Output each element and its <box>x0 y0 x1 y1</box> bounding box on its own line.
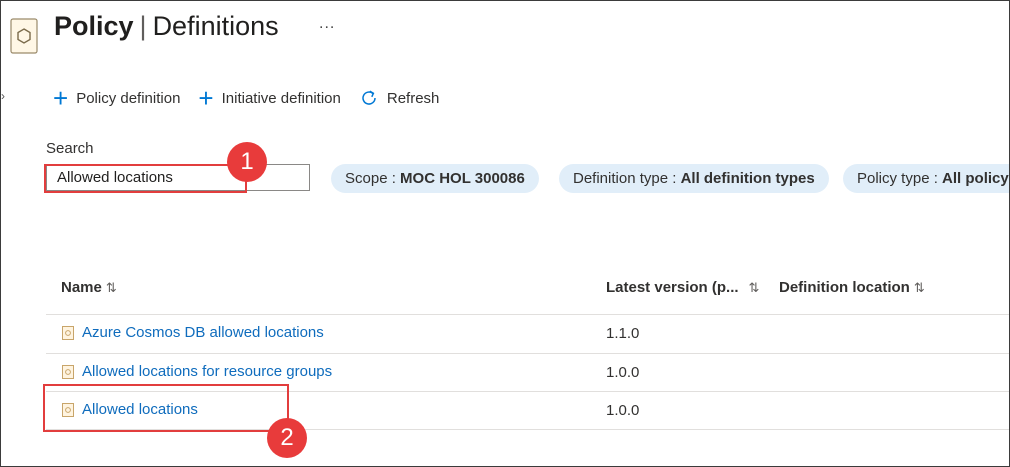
table-row-version: 1.1.0 <box>606 325 640 342</box>
scope-filter-key: Scope : <box>345 170 401 187</box>
result-highlight-box <box>43 384 289 432</box>
definition-icon <box>62 326 74 340</box>
table-row-version: 1.0.0 <box>606 402 640 419</box>
column-header-latest-version[interactable]: Latest version (p... ⇅ <box>606 279 759 296</box>
policy-type-filter-key: Policy type : <box>857 170 943 187</box>
plus-icon: + <box>198 83 214 113</box>
policy-icon <box>10 18 38 54</box>
policy-definition-label: Policy definition <box>76 89 181 107</box>
toolbar: + Policy definition + Initiative definit… <box>53 85 457 111</box>
definition-type-filter-key: Definition type : <box>573 170 681 187</box>
refresh-button[interactable]: Refresh <box>359 88 440 108</box>
table-row-name-link[interactable]: Allowed locations for resource groups <box>82 363 332 380</box>
policy-type-filter-pill[interactable]: Policy type : All policy <box>843 164 1009 193</box>
more-options-button[interactable]: ... <box>319 15 335 33</box>
definition-type-filter-value: All definition types <box>680 170 815 187</box>
policy-type-filter-value: All policy <box>942 170 1009 187</box>
sort-icon: ⇅ <box>748 280 760 295</box>
column-header-definition-location[interactable]: Definition location ⇅ <box>779 279 925 296</box>
refresh-icon <box>362 90 376 105</box>
column-header-name[interactable]: Name ⇅ <box>61 279 117 296</box>
table-row-name-link[interactable]: Azure Cosmos DB allowed locations <box>82 324 324 341</box>
definition-type-filter-pill[interactable]: Definition type : All definition types <box>559 164 829 193</box>
sort-icon: ⇅ <box>913 280 925 295</box>
sort-icon: ⇅ <box>105 280 117 295</box>
search-highlight-box <box>44 164 247 193</box>
page-title: Policy | Definitions <box>54 9 279 43</box>
step-badge-1: 1 <box>227 142 267 182</box>
scope-filter-value: MOC HOL 300086 <box>400 170 525 187</box>
column-header-definition-location-label: Definition location <box>779 279 910 296</box>
table-row-version: 1.0.0 <box>606 364 640 381</box>
step-badge-2: 2 <box>267 418 307 458</box>
column-header-name-label: Name <box>61 279 102 296</box>
initiative-definition-button[interactable]: + Initiative definition <box>198 83 341 113</box>
refresh-label: Refresh <box>386 89 440 107</box>
page-title-main: Policy <box>54 11 134 41</box>
search-label: Search <box>46 140 94 157</box>
table-header-divider <box>46 314 1009 315</box>
scope-filter-pill[interactable]: Scope : MOC HOL 300086 <box>331 164 539 193</box>
definition-icon <box>62 365 74 379</box>
chevron-right-icon[interactable]: › <box>1 89 5 103</box>
page-title-sub: Definitions <box>152 11 279 41</box>
column-header-latest-version-label: Latest version (p... <box>606 279 739 296</box>
policy-definition-button[interactable]: + Policy definition <box>53 83 181 113</box>
plus-icon: + <box>53 83 69 113</box>
initiative-definition-label: Initiative definition <box>221 89 341 107</box>
policy-definitions-page: Policy | Definitions ... › + Policy defini… <box>0 0 1010 467</box>
table-row-divider <box>46 353 1009 354</box>
page-title-separator: | <box>139 11 147 41</box>
